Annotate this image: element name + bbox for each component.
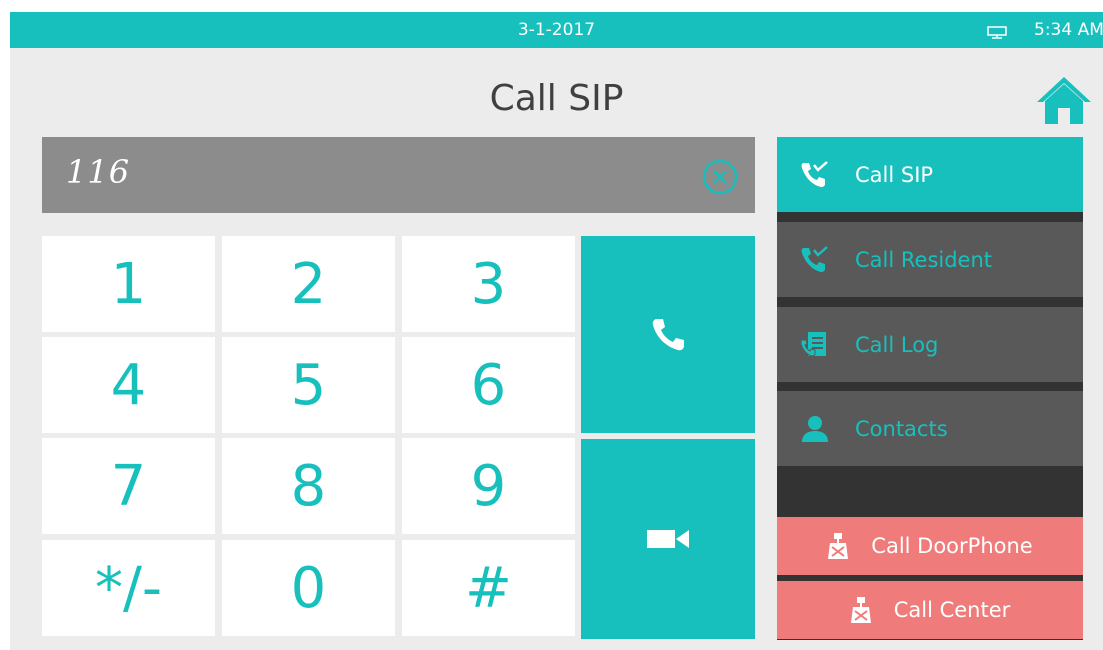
keypad-key-9[interactable]: 9 bbox=[402, 438, 575, 534]
sidebar-item-contacts[interactable]: Contacts bbox=[777, 391, 1083, 466]
sidebar-item-call-resident[interactable]: Call Resident bbox=[777, 222, 1083, 297]
video-call-button[interactable] bbox=[581, 439, 755, 639]
call-log-icon bbox=[800, 332, 826, 357]
call-resident-icon bbox=[801, 246, 828, 272]
contacts-icon bbox=[802, 416, 828, 442]
keypad-key-hash[interactable]: # bbox=[402, 540, 575, 636]
call-center-button[interactable]: Call Center bbox=[777, 581, 1083, 639]
call-doorphone-button[interactable]: Call DoorPhone bbox=[777, 517, 1083, 575]
keypad-key-2[interactable]: 2 bbox=[222, 236, 395, 332]
keypad-key-4[interactable]: 4 bbox=[42, 337, 215, 433]
keypad-key-0[interactable]: 0 bbox=[222, 540, 395, 636]
side-panel: Call SIP Call Resident Call Log Contacts… bbox=[777, 137, 1083, 640]
page-title: Call SIP bbox=[489, 78, 624, 119]
home-icon bbox=[1037, 77, 1091, 124]
keypad-key-star-slash-dash[interactable]: */- bbox=[42, 540, 215, 636]
status-date: 3-1-2017 bbox=[517, 20, 596, 40]
clear-button[interactable] bbox=[701, 158, 739, 196]
sidebar-item-label: Call SIP bbox=[855, 163, 934, 187]
phone-icon bbox=[652, 318, 684, 350]
monitor-icon bbox=[987, 26, 1007, 39]
status-time: 5:34 AM bbox=[1034, 20, 1103, 40]
keypad-key-5[interactable]: 5 bbox=[222, 337, 395, 433]
doorphone-icon bbox=[828, 533, 849, 559]
video-camera-icon bbox=[647, 530, 689, 548]
call-doorphone-label: Call DoorPhone bbox=[871, 534, 1033, 558]
number-display: 116 bbox=[42, 137, 755, 213]
call-center-icon bbox=[850, 597, 871, 623]
keypad-key-7[interactable]: 7 bbox=[42, 438, 215, 534]
keypad-key-6[interactable]: 6 bbox=[402, 337, 575, 433]
sidebar-item-label: Call Log bbox=[855, 333, 939, 357]
keypad-key-8[interactable]: 8 bbox=[222, 438, 395, 534]
keypad-key-1[interactable]: 1 bbox=[42, 236, 215, 332]
call-sip-icon bbox=[801, 161, 828, 187]
sidebar-item-label: Call Resident bbox=[855, 248, 993, 272]
sidebar-item-label: Contacts bbox=[855, 417, 948, 441]
audio-call-button[interactable] bbox=[581, 236, 755, 433]
keypad-key-3[interactable]: 3 bbox=[402, 236, 575, 332]
sidebar-item-call-log[interactable]: Call Log bbox=[777, 307, 1083, 382]
device-screen: 3-1-2017 5:34 AM Call SIP 116 1 2 3 4 5 bbox=[0, 0, 1103, 650]
clear-circle-icon bbox=[702, 159, 738, 195]
sidebar-item-call-sip[interactable]: Call SIP bbox=[777, 137, 1083, 212]
status-bar: 3-1-2017 5:34 AM bbox=[10, 12, 1103, 48]
home-button[interactable] bbox=[1035, 74, 1093, 126]
call-center-label: Call Center bbox=[893, 598, 1011, 622]
dialed-number: 116 bbox=[66, 153, 131, 191]
